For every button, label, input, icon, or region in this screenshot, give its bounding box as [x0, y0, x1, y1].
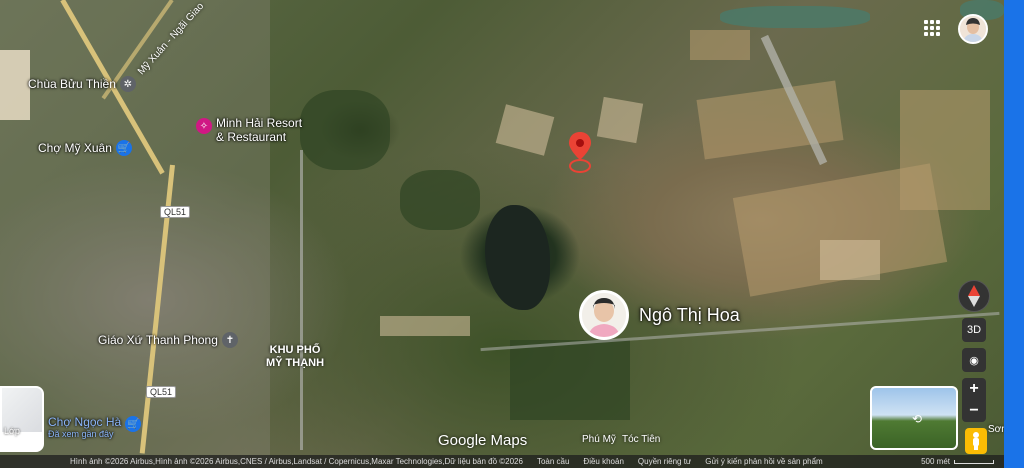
attribution-bar: Hình ảnh ©2026 Airbus,Hình ảnh ©2026 Air… — [0, 455, 1004, 468]
poi-label-group: Chợ Ngọc Hà Đã xem gần đây — [48, 416, 121, 440]
field-area — [596, 96, 644, 144]
rotate-360-icon: ⟲ — [911, 412, 923, 426]
road — [300, 150, 303, 450]
profile-avatar — [579, 290, 629, 340]
lake — [485, 205, 550, 310]
link-terms[interactable]: Điều khoản — [583, 457, 623, 466]
temple-icon: ✲ — [119, 76, 136, 92]
street-view-thumbnail[interactable]: ⟲ — [870, 386, 958, 450]
poi-giao-xu-thanh-phong[interactable]: Giáo Xứ Thanh Phong ✝ — [98, 332, 238, 348]
shopping-cart-icon: 🛒 — [115, 140, 132, 156]
poi-label: Minh Hải Resort & Restaurant — [216, 116, 303, 144]
profile-name: Ngô Thị Hoa — [639, 304, 740, 325]
layers-label: Lớp — [4, 426, 20, 436]
field-area — [696, 80, 844, 160]
map-controls: 3D ◉ + − — [958, 280, 990, 422]
side-panel-edge — [1004, 0, 1024, 468]
road-label-ql51: QL51 — [146, 386, 177, 398]
place-label-phu-my: Phú Mỹ — [582, 434, 616, 445]
satellite-map[interactable]: Chùa Bửu Thiền ✲ ✧ Minh Hải Resort & Res… — [0, 0, 1004, 468]
field-area — [400, 170, 480, 230]
poi-cho-ngoc-ha[interactable]: Chợ Ngọc Hà Đã xem gần đây 🛒 — [48, 416, 142, 440]
link-global[interactable]: Toàn cầu — [537, 457, 569, 466]
profile-marker[interactable]: Ngô Thị Hoa — [579, 290, 740, 340]
layers-button[interactable]: Lớp — [0, 386, 44, 452]
attribution-text: Hình ảnh ©2026 Airbus,Hình ảnh ©2026 Air… — [70, 457, 523, 466]
river-feature — [720, 6, 870, 28]
road-label-ql51: QL51 — [160, 206, 191, 218]
scale-label: 500 mét — [921, 457, 950, 466]
field-area — [510, 340, 630, 420]
place-label-toc-tien: Tóc Tiên — [622, 434, 661, 445]
area-label-khu-pho-my-thanh: KHU PHỐ MỸ THẠNH — [266, 344, 325, 369]
poi-chua-buu-thien[interactable]: Chùa Bửu Thiền ✲ — [28, 76, 136, 92]
shopping-cart-icon: 🛒 — [125, 416, 142, 432]
poi-sublabel: Đã xem gần đây — [48, 429, 114, 439]
zoom-out-button[interactable]: − — [962, 400, 986, 422]
location-pin-icon[interactable] — [567, 130, 593, 176]
field-area — [820, 240, 880, 280]
poi-label: Chợ Mỹ Xuân — [38, 141, 112, 155]
poi-cho-my-xuan[interactable]: Chợ Mỹ Xuân 🛒 — [38, 140, 132, 156]
field-area — [300, 90, 390, 170]
zoom-control: + − — [962, 378, 986, 422]
field-area — [495, 104, 555, 156]
church-icon: ✝ — [221, 332, 238, 348]
google-maps-logo: Google Maps — [438, 432, 528, 449]
tilt-3d-button[interactable]: 3D — [962, 318, 986, 342]
zoom-in-button[interactable]: + — [962, 378, 986, 400]
scale-bar[interactable]: 500 mét — [921, 457, 994, 466]
field-area — [380, 316, 470, 336]
road — [480, 311, 1000, 352]
pegman-icon[interactable] — [965, 428, 987, 454]
account-avatar[interactable] — [958, 14, 988, 44]
field-area — [690, 30, 750, 60]
place-label-son: Sơn — [988, 424, 1004, 435]
poi-label: Giáo Xứ Thanh Phong — [98, 333, 218, 347]
compass-icon[interactable] — [958, 280, 990, 312]
poi-label: Chùa Bửu Thiền — [28, 77, 116, 91]
scale-line — [954, 459, 994, 464]
field-area — [900, 90, 990, 210]
poi-minh-hai-resort[interactable]: ✧ Minh Hải Resort & Restaurant — [196, 116, 302, 144]
resort-icon: ✧ — [196, 118, 212, 134]
link-feedback[interactable]: Gửi ý kiến phản hồi về sản phẩm — [705, 457, 822, 466]
poi-label: Chợ Ngọc Hà — [48, 415, 122, 429]
my-location-icon[interactable]: ◉ — [962, 348, 986, 372]
link-privacy[interactable]: Quyền riêng tư — [638, 457, 691, 466]
building — [0, 50, 30, 120]
apps-grid-icon[interactable] — [924, 20, 940, 36]
